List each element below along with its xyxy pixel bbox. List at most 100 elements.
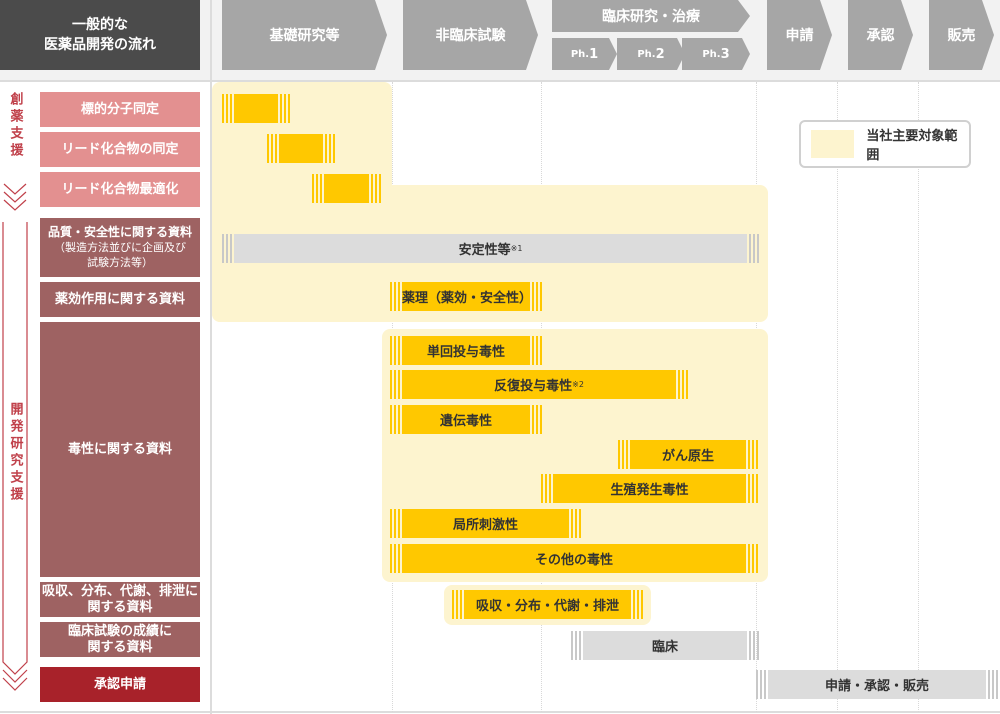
bar-cap	[748, 544, 758, 573]
bar-cap	[452, 590, 462, 619]
bar-cap	[756, 670, 766, 699]
bar-target-identification	[234, 94, 278, 123]
row-label: 毒性に関する資料	[67, 441, 172, 457]
phase-number: 3	[720, 46, 730, 62]
row-quality-safety: 品質・安全性に関する資料 （製造方法並びに企画及び 試験方法等）	[40, 218, 200, 277]
legend-label: 当社主要対象範囲	[866, 129, 958, 163]
bar-label: 吸収・分布・代謝・排泄	[475, 599, 619, 614]
row-label: 臨床試験の成績に	[67, 623, 172, 639]
phase-number: 2	[655, 46, 665, 62]
flow-title-line2: 医薬品開発の流れ	[44, 37, 156, 53]
bar-label: 薬理（薬効・安全性）	[402, 291, 533, 306]
stage-approval: 承認	[848, 0, 913, 70]
bar-clinical: 臨床	[583, 631, 747, 660]
bar-pharmacology: 薬理（薬効・安全性）	[402, 282, 533, 311]
stage-clinical: 臨床研究・治療	[552, 0, 750, 32]
category-drug-discovery: 創薬支援	[2, 92, 28, 192]
bar-safety: 安定性等 ※1	[234, 234, 747, 263]
stage-label: 非臨床試験	[435, 28, 506, 44]
footnote-mark: ※1	[510, 244, 523, 253]
legend: 当社主要対象範囲	[799, 120, 971, 168]
row-lead-optimization: リード化合物最適化	[40, 172, 200, 207]
bar-cap	[390, 509, 400, 538]
bar-cap	[390, 405, 400, 434]
bar-label: 遺伝毒性	[439, 414, 492, 429]
row-label: 関する資料	[87, 639, 153, 655]
bar-cap	[532, 336, 542, 365]
row-label: 吸収、分布、代謝、排泄に	[41, 583, 198, 599]
bar-label: 反復投与毒性	[494, 379, 573, 394]
bar-cap	[325, 134, 335, 163]
bar-cap	[312, 174, 322, 203]
bar-cap	[678, 370, 688, 399]
row-lead-identification: リード化合物の同定	[40, 132, 200, 167]
stage-nonclinical: 非臨床試験	[403, 0, 538, 70]
stage-application: 申請	[767, 0, 832, 70]
stage-label: 基礎研究等	[269, 28, 340, 44]
row-label-note: （製造方法並びに企画及び	[54, 241, 186, 254]
phase-1: Ph. 1	[552, 38, 617, 70]
grid-line	[837, 82, 838, 712]
row-pharmacology: 薬効作用に関する資料	[40, 282, 200, 317]
bar-single-dose-toxicity: 単回投与毒性	[402, 336, 530, 365]
row-label: 関する資料	[87, 599, 153, 615]
bar-label: 局所刺激性	[452, 518, 518, 533]
bar-cap	[390, 336, 400, 365]
row-toxicity: 毒性に関する資料	[40, 322, 200, 577]
bar-cap	[618, 440, 628, 469]
bar-genotoxicity: 遺伝毒性	[402, 405, 530, 434]
category-development: 開発研究支援	[2, 402, 28, 532]
bar-label: がん原生	[661, 449, 714, 464]
bar-cap	[571, 631, 581, 660]
bar-cap	[371, 174, 381, 203]
bar-cap	[390, 282, 400, 311]
bar-cap	[532, 282, 542, 311]
bar-lead-optimization	[324, 174, 369, 203]
stage-sales: 販売	[929, 0, 994, 70]
row-label: 標的分子同定	[80, 101, 159, 117]
bar-application-approval-sales: 申請・承認・販売	[768, 670, 986, 699]
category-label: 創薬支援	[7, 92, 23, 160]
bar-cap	[390, 544, 400, 573]
footnote-mark: ※2	[572, 380, 584, 389]
bar-carcinogenicity: がん原生	[630, 440, 746, 469]
phase-number: 1	[589, 46, 599, 62]
phase-prefix: Ph.	[570, 48, 590, 60]
bar-cap	[749, 234, 759, 263]
row-label: 承認申請	[93, 676, 146, 692]
row-target-identification: 標的分子同定	[40, 92, 200, 127]
grid-line	[918, 82, 919, 712]
bar-cap	[748, 440, 758, 469]
bar-local-irritation: 局所刺激性	[402, 509, 569, 538]
stage-label: 承認	[866, 28, 895, 44]
bar-label: 安定性等	[458, 243, 511, 258]
bar-cap	[222, 234, 232, 263]
phase-prefix: Ph.	[637, 48, 656, 60]
row-approval-application: 承認申請	[40, 667, 200, 702]
bar-cap	[532, 405, 542, 434]
stage-label: 臨床研究・治療	[602, 9, 700, 25]
bar-cap	[988, 670, 998, 699]
bar-repeat-dose-toxicity: 反復投与毒性 ※2	[402, 370, 676, 399]
bar-label: 単回投与毒性	[426, 345, 505, 360]
header-divider	[0, 80, 1000, 82]
bar-label: 臨床	[651, 640, 678, 655]
phase-2: Ph. 2	[617, 38, 685, 70]
bar-cap	[749, 631, 759, 660]
bar-cap	[390, 370, 400, 399]
bar-cap	[748, 474, 758, 503]
stage-label: 申請	[785, 28, 814, 44]
legend-swatch	[811, 130, 855, 158]
bar-cap	[280, 94, 290, 123]
bar-cap	[222, 94, 232, 123]
chevron-down-icon	[3, 183, 27, 211]
flow-title-line1: 一般的な	[72, 17, 128, 33]
bottom-divider	[0, 711, 1000, 713]
bar-cap	[267, 134, 277, 163]
bar-reproductive-toxicity: 生殖発生毒性	[553, 474, 746, 503]
flow-title: 一般的な 医薬品開発の流れ	[0, 0, 200, 70]
row-label-note: 試験方法等）	[87, 256, 153, 269]
bar-cap	[571, 509, 581, 538]
category-label: 開発研究支援	[7, 402, 23, 504]
bar-adme: 吸収・分布・代謝・排泄	[464, 590, 631, 619]
